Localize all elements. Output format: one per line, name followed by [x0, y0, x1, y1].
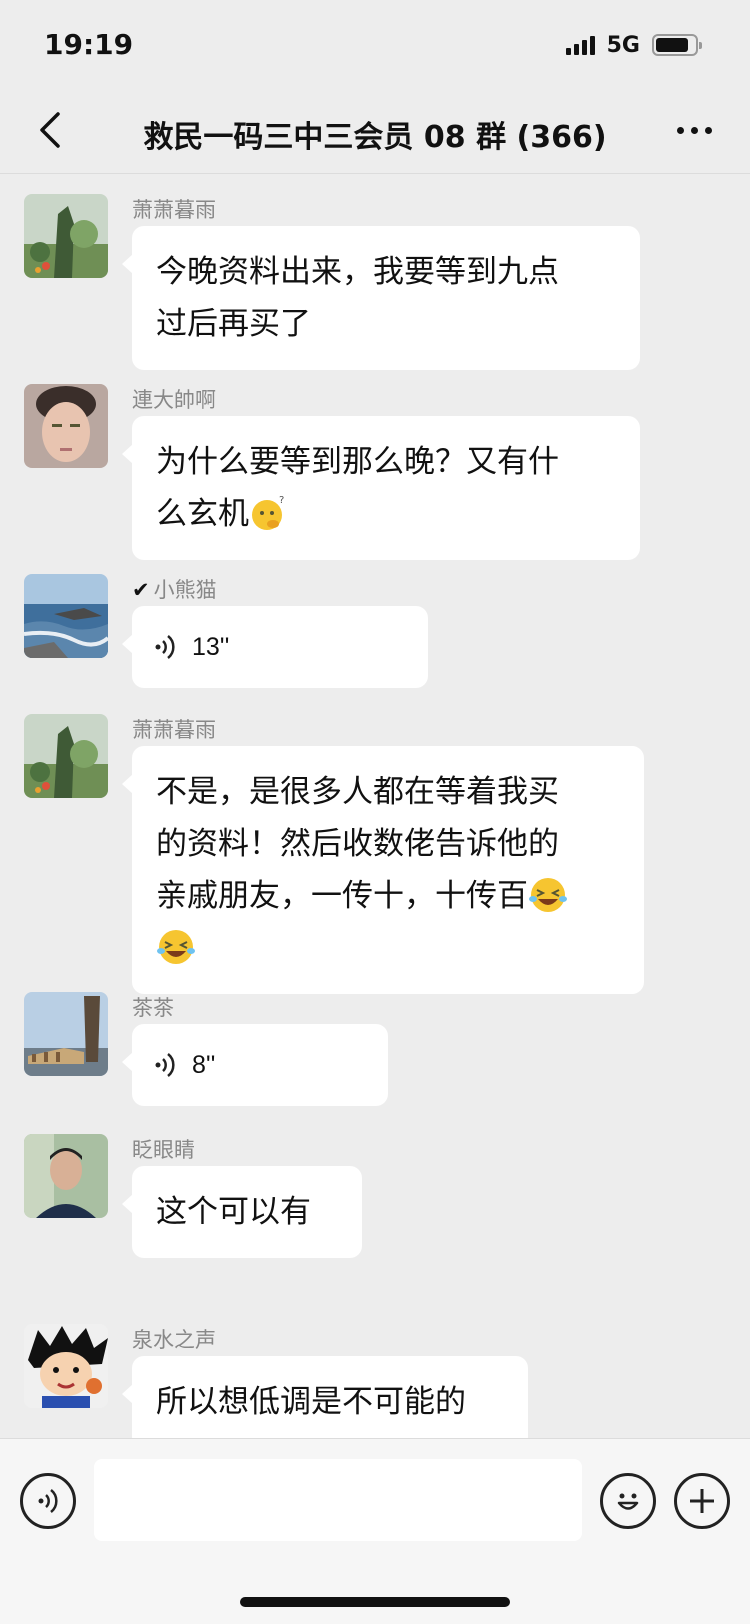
message-line: 这个可以有 [156, 1194, 311, 1230]
laugh-cry-emoji-icon [529, 877, 567, 912]
signal-icon [565, 35, 595, 55]
more-actions-button[interactable] [674, 1473, 730, 1529]
plus-icon [690, 1489, 714, 1513]
message-line: 今晚资料出来，我要等到九点 [156, 254, 559, 290]
sender-name-text: 小熊猫 [153, 578, 217, 602]
home-indicator [240, 1597, 510, 1607]
input-bar [0, 1438, 750, 1624]
avatar-sea-image [24, 574, 108, 658]
sender-name: 萧萧暮雨 [132, 718, 216, 742]
avatar-plant-image [24, 194, 108, 278]
sender-name: 茶茶 [132, 996, 174, 1020]
voice-wave-icon [155, 635, 175, 659]
message-input[interactable] [94, 1459, 582, 1541]
voice-duration: 8'' [192, 1051, 216, 1079]
avatar[interactable] [24, 574, 108, 658]
status-bar: 19:19 5G [0, 0, 750, 92]
verified-check: ✔ [132, 578, 150, 602]
smiley-icon [617, 1493, 639, 1510]
battery-level [656, 38, 689, 52]
avatar-portrait-image [24, 384, 108, 468]
voice-mode-button[interactable] [20, 1473, 76, 1529]
avatar[interactable] [24, 194, 108, 278]
sender-name: 眨眼睛 [132, 1138, 195, 1162]
avatar[interactable] [24, 992, 108, 1076]
message-bubble[interactable]: 不是，是很多人都在等着我买 的资料！然后收数佬告诉他的 亲戚朋友，一传十，十传百 [122, 746, 644, 994]
voice-wave-icon [155, 1053, 175, 1077]
message-line [156, 922, 620, 974]
message-bubble[interactable]: 今晚资料出来，我要等到九点 过后再买了 [122, 226, 640, 370]
network-label: 5G [606, 32, 640, 58]
status-indicators: 5G [565, 32, 702, 58]
sender-name: 萧萧暮雨 [132, 198, 216, 222]
battery-icon [652, 34, 702, 56]
voice-mode-icon [38, 1489, 58, 1513]
message-line: 么玄机 ? [156, 488, 616, 540]
message-line: 为什么要等到那么晚？又有什 [156, 444, 559, 480]
more-dot [690, 126, 698, 134]
voice-message-bubble[interactable]: 13'' [122, 606, 428, 688]
avatar-tower-image [24, 992, 108, 1076]
laugh-cry-emoji-icon [157, 929, 195, 964]
message-line: 过后再买了 [156, 306, 311, 342]
avatar-plant-image [24, 714, 108, 798]
message-line: 不是，是很多人都在等着我买 [156, 774, 559, 810]
sender-name: ✔ 小熊猫 [132, 574, 217, 604]
message-bubble[interactable]: 这个可以有 [122, 1166, 362, 1258]
sender-name: 泉水之声 [132, 1328, 216, 1352]
avatar-cartoon-image [24, 1324, 108, 1408]
message-bubble[interactable]: 为什么要等到那么晚？又有什 么玄机 ? [122, 416, 640, 560]
voice-message-bubble[interactable]: 8'' [122, 1024, 388, 1106]
chat-header: 救民一码三中三会员 08 群 (366) [0, 92, 750, 174]
message-list[interactable]: 萧萧暮雨 今晚资料出来，我要等到九点 过后再买了 連大帥啊 为什么要等到那么晚？… [0, 174, 750, 1438]
message-line-text: 么玄机 [156, 496, 249, 532]
more-dot [704, 126, 712, 134]
status-time: 19:19 [44, 28, 134, 61]
avatar[interactable] [24, 1134, 108, 1218]
more-button[interactable] [662, 100, 726, 160]
message-line-text: 亲戚朋友，一传十，十传百 [156, 878, 528, 914]
chat-title: 救民一码三中三会员 08 群 (366) [143, 120, 607, 155]
message-line: 所以想低调是不可能的 [156, 1384, 466, 1420]
more-dots-icon [676, 126, 684, 134]
message-line: 亲戚朋友，一传十，十传百 [156, 870, 620, 922]
svg-text:?: ? [279, 495, 284, 506]
message-bubble[interactable]: 所以想低调是不可能的 [122, 1356, 528, 1438]
avatar-man-image [24, 1134, 108, 1218]
voice-duration: 13'' [192, 633, 230, 661]
avatar[interactable] [24, 714, 108, 798]
avatar[interactable] [24, 384, 108, 468]
avatar[interactable] [24, 1324, 108, 1408]
emoji-button[interactable] [600, 1473, 656, 1529]
thinking-emoji-icon: ? [252, 495, 284, 530]
sender-name: 連大帥啊 [132, 388, 216, 412]
message-line: 的资料！然后收数佬告诉他的 [156, 826, 559, 862]
